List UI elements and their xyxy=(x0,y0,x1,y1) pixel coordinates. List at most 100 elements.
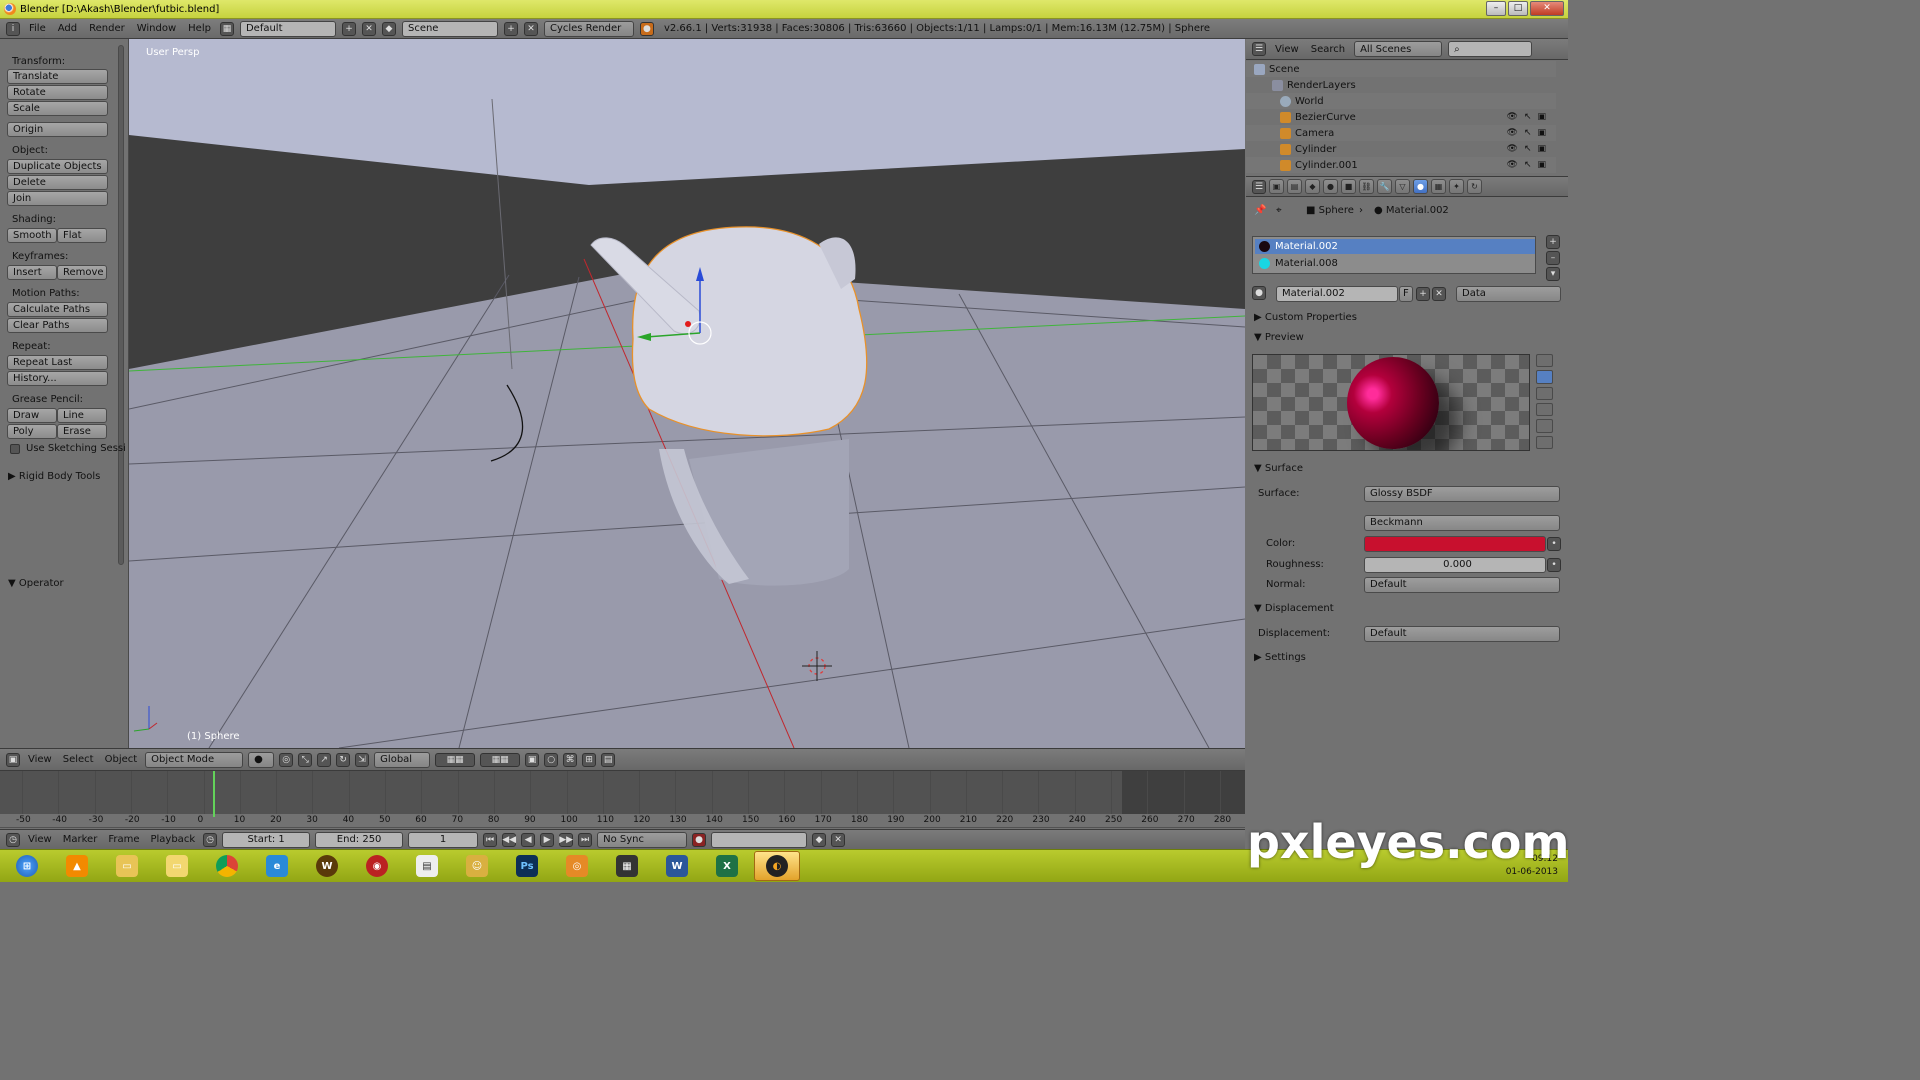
world-tab-icon[interactable]: ● xyxy=(1323,179,1338,194)
minimize-button[interactable]: – xyxy=(1486,1,1506,16)
menu-outliner-search[interactable]: Search xyxy=(1308,44,1348,55)
custom-properties-panel[interactable]: ▶ Custom Properties xyxy=(1254,312,1357,323)
wow-taskbar-button[interactable]: W xyxy=(304,851,350,881)
surface-shader-dropdown[interactable]: Glossy BSDF xyxy=(1364,486,1560,502)
menu-frame[interactable]: Frame xyxy=(105,834,142,845)
menu-window[interactable]: Window xyxy=(134,23,179,34)
render-tab-icon[interactable]: ▣ xyxy=(1269,179,1284,194)
duplicate-objects-button[interactable]: Duplicate Objects xyxy=(7,159,108,174)
preview-sphere-icon[interactable] xyxy=(1536,370,1553,384)
material-name-field[interactable]: Material.002 xyxy=(1276,286,1398,302)
menu-view[interactable]: View xyxy=(25,754,55,765)
data-tab-icon[interactable]: ▽ xyxy=(1395,179,1410,194)
visibility-eye-icon[interactable]: 👁 xyxy=(1507,160,1518,170)
constraints-tab-icon[interactable]: ⛓ xyxy=(1359,179,1374,194)
render-camera-icon[interactable]: ▣ xyxy=(1537,112,1546,122)
word-taskbar-button[interactable]: W xyxy=(654,851,700,881)
scene-tab-icon[interactable]: ◆ xyxy=(1305,179,1320,194)
insert-keyframe-button[interactable]: Insert xyxy=(7,265,57,280)
distribution-dropdown[interactable]: Beckmann xyxy=(1364,515,1560,531)
blender-taskbar-button[interactable]: ◎ xyxy=(554,851,600,881)
snap-element-icon[interactable]: ⊞ xyxy=(582,752,597,767)
material-slot-008[interactable]: Material.008 xyxy=(1255,256,1535,271)
keyframe-delete-icon[interactable]: ✕ xyxy=(831,832,846,847)
start-frame-field[interactable]: Start: 1 xyxy=(222,831,311,848)
play-reverse-icon[interactable]: ◀ xyxy=(521,832,536,847)
outliner-editor-icon[interactable]: ☰ xyxy=(1252,42,1266,56)
scale-manip-icon[interactable]: ⇲ xyxy=(355,752,370,767)
ie-taskbar-button[interactable]: e xyxy=(254,851,300,881)
current-frame-indicator[interactable] xyxy=(213,771,215,817)
timeline-editor-icon[interactable]: ◷ xyxy=(6,832,20,847)
app-char-taskbar-button[interactable]: ☺ xyxy=(454,851,500,881)
shading-dropdown[interactable]: ● xyxy=(248,751,275,768)
menu-timeline-view[interactable]: View xyxy=(25,834,55,845)
render-camera-icon[interactable]: ▣ xyxy=(1537,160,1546,170)
preview-flat-icon[interactable] xyxy=(1536,354,1553,368)
physics-tab-icon[interactable]: ↻ xyxy=(1467,179,1482,194)
proportional-icon[interactable]: ○ xyxy=(544,752,559,767)
preview-hair-icon[interactable] xyxy=(1536,419,1553,433)
vlc-taskbar-button[interactable]: ▲ xyxy=(54,851,100,881)
preview-cube-icon[interactable] xyxy=(1536,386,1553,400)
clear-paths-button[interactable]: Clear Paths xyxy=(7,318,108,333)
material-browse-icon[interactable]: ● xyxy=(1252,286,1266,300)
preview-monkey-icon[interactable] xyxy=(1536,402,1553,417)
poly-button[interactable]: Poly xyxy=(7,424,57,439)
menu-outliner-view[interactable]: View xyxy=(1272,44,1302,55)
new-material-icon[interactable]: + xyxy=(1416,287,1430,301)
object-tab-icon[interactable]: ■ xyxy=(1341,179,1356,194)
outliner-row-renderlayers[interactable]: RenderLayers xyxy=(1246,77,1556,93)
close-button[interactable]: ✕ xyxy=(1530,1,1564,16)
prev-key-icon[interactable]: ◀◀ xyxy=(502,832,517,847)
outliner-search-input[interactable]: ⌕ xyxy=(1448,41,1533,57)
modifiers-tab-icon[interactable]: 🔧 xyxy=(1377,179,1392,194)
render-engine-dropdown[interactable]: Cycles Render xyxy=(543,20,634,37)
outliner-row-world[interactable]: World xyxy=(1246,93,1556,109)
chrome-taskbar-button[interactable] xyxy=(204,851,250,881)
render-camera-icon[interactable]: ▣ xyxy=(1537,128,1546,138)
draw-button[interactable]: Draw xyxy=(7,408,57,423)
slot-menu-icon[interactable]: ▾ xyxy=(1546,267,1560,281)
select-cursor-icon[interactable]: ↖ xyxy=(1524,144,1532,154)
remove-slot-icon[interactable]: – xyxy=(1546,251,1560,265)
rotate-manip-icon[interactable]: ↻ xyxy=(336,752,351,767)
mode-dropdown[interactable]: Object Mode xyxy=(145,751,244,768)
delete-button[interactable]: Delete xyxy=(7,175,108,190)
jump-start-icon[interactable]: ⏮ xyxy=(483,832,498,847)
next-key-icon[interactable]: ▶▶ xyxy=(559,832,574,847)
app-doc-taskbar-button[interactable]: ▤ xyxy=(404,851,450,881)
history-button[interactable]: History... xyxy=(7,371,108,386)
layers-icon[interactable]: ▦▦ xyxy=(435,752,476,767)
texture-tab-icon[interactable]: ▦ xyxy=(1431,179,1446,194)
render-icon[interactable]: ▤ xyxy=(601,752,616,767)
visibility-eye-icon[interactable]: 👁 xyxy=(1507,128,1518,138)
menu-add[interactable]: Add xyxy=(55,23,80,34)
render-camera-icon[interactable]: ▣ xyxy=(1537,144,1546,154)
operator-panel[interactable]: ▼ Operator xyxy=(8,578,64,589)
snap-icon[interactable]: ⌘ xyxy=(563,752,578,767)
play-icon[interactable]: ▶ xyxy=(540,832,555,847)
displacement-panel[interactable]: ▼ Displacement xyxy=(1254,603,1334,614)
visibility-eye-icon[interactable]: 👁 xyxy=(1507,112,1518,122)
scale-button[interactable]: Scale xyxy=(7,101,108,116)
select-cursor-icon[interactable]: ↖ xyxy=(1524,112,1532,122)
maximize-button[interactable]: □ xyxy=(1508,1,1528,16)
explorer-taskbar-button[interactable]: ▭ xyxy=(104,851,150,881)
material-tab-icon[interactable]: ● xyxy=(1413,179,1428,194)
preview-panel[interactable]: ▼ Preview xyxy=(1254,332,1304,343)
color-swatch-field[interactable] xyxy=(1364,536,1546,552)
material-slots-list[interactable]: Material.002 Material.008 xyxy=(1252,236,1536,274)
toolshelf-scrollbar[interactable] xyxy=(118,45,124,565)
outliner-row-scene[interactable]: Scene xyxy=(1246,61,1556,77)
info-editor-icon[interactable]: i xyxy=(6,21,20,36)
properties-editor-icon[interactable]: ☰ xyxy=(1252,179,1266,194)
add-layout-icon[interactable]: + xyxy=(341,21,356,36)
lock-icon[interactable]: ▣ xyxy=(525,752,540,767)
folder-taskbar-button[interactable]: ▭ xyxy=(154,851,200,881)
surface-panel[interactable]: ▼ Surface xyxy=(1254,463,1303,474)
rigid-body-tools-panel[interactable]: ▶ Rigid Body Tools xyxy=(8,471,100,482)
menu-help[interactable]: Help xyxy=(185,23,214,34)
menu-render[interactable]: Render xyxy=(86,23,128,34)
app-red-taskbar-button[interactable]: ◉ xyxy=(354,851,400,881)
